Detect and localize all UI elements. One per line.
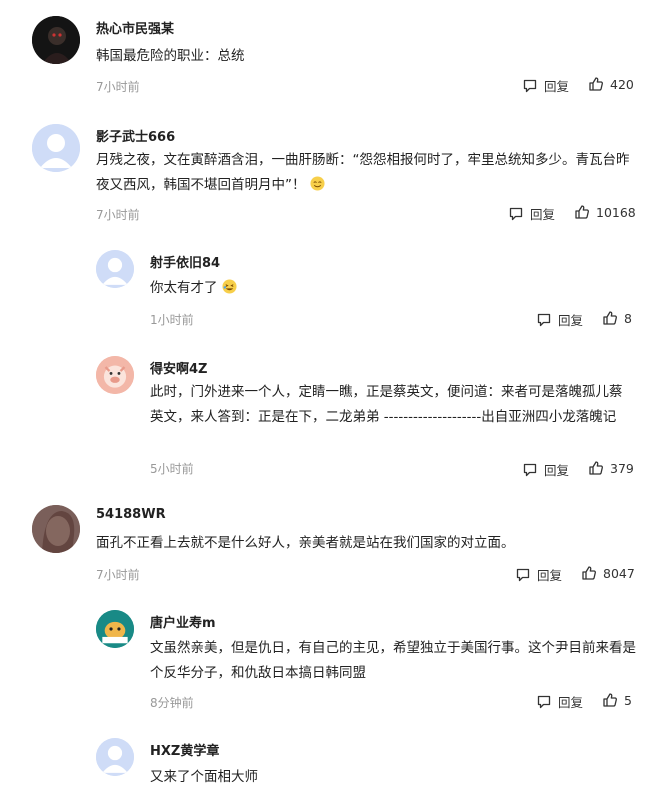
- reply-button[interactable]: 回复: [522, 76, 569, 95]
- comment-text: 韩国最危险的职业：总统: [96, 48, 245, 64]
- comment-text: 月残之夜，文在寅醉酒含泪，一曲肝肠断：“怨怨相报何时了，牢里总统知多少。青瓦台昨…: [96, 152, 630, 193]
- username[interactable]: 影子武士666: [96, 126, 175, 145]
- reply-label: 回复: [530, 207, 556, 222]
- thumbs-up-icon: [582, 566, 596, 580]
- username[interactable]: 唐户业寿m: [150, 612, 216, 631]
- like-button[interactable]: 420: [588, 76, 634, 92]
- like-count: 10168: [596, 204, 636, 220]
- reply-label: 回复: [544, 463, 570, 478]
- reply-button[interactable]: 回复: [522, 460, 569, 479]
- user-avatar[interactable]: [96, 610, 134, 648]
- comment-time: 7小时前: [96, 80, 140, 94]
- reply-label: 回复: [558, 695, 584, 710]
- username[interactable]: 热心市民强某: [96, 18, 174, 37]
- like-button[interactable]: 5: [602, 692, 632, 708]
- user-avatar[interactable]: [32, 16, 80, 64]
- like-button[interactable]: 379: [588, 460, 634, 476]
- user-avatar[interactable]: [96, 250, 134, 288]
- reply-icon: [523, 463, 537, 476]
- reply-button[interactable]: 回复: [536, 692, 583, 711]
- like-button[interactable]: 8047: [581, 565, 635, 581]
- thumbs-up-icon: [589, 461, 603, 475]
- comment-time: 7小时前: [96, 208, 140, 222]
- reply-button[interactable]: 回复: [536, 310, 583, 329]
- user-avatar[interactable]: [32, 124, 80, 172]
- username[interactable]: 得安啊4Z: [150, 358, 207, 377]
- reply-item: HXZ黄学章 又来了个面相大师: [96, 738, 636, 795]
- user-avatar[interactable]: [96, 738, 134, 776]
- reply-icon: [537, 695, 551, 708]
- like-count: 379: [610, 460, 634, 476]
- reply-label: 回复: [558, 313, 584, 328]
- comment-time: 7小时前: [96, 568, 140, 582]
- reply-icon: [509, 207, 523, 220]
- user-avatar[interactable]: [96, 356, 134, 394]
- like-count: 5: [624, 692, 632, 708]
- smile-emoji-icon: [310, 176, 325, 191]
- thumbs-up-icon: [575, 205, 589, 219]
- thumbs-up-icon: [589, 77, 603, 91]
- like-count: 8: [624, 310, 632, 326]
- reply-button[interactable]: 回复: [515, 565, 562, 584]
- comment-time: 8分钟前: [150, 696, 194, 710]
- username[interactable]: 射手依旧84: [150, 252, 220, 271]
- comment-text: 此时，门外进来一个人，定睛一瞧，正是蔡英文，便问道：来者可是落魄孤儿蔡英文，来人…: [150, 384, 623, 425]
- reply-icon: [537, 313, 551, 326]
- thumbs-up-icon: [603, 311, 617, 325]
- thumbs-up-icon: [603, 693, 617, 707]
- comment-time: 1小时前: [150, 313, 194, 327]
- reply-label: 回复: [537, 568, 563, 583]
- comment-text: 你太有才了: [150, 276, 620, 301]
- reply-label: 回复: [544, 79, 570, 94]
- reply-button[interactable]: 回复: [508, 204, 555, 223]
- comment-text: 文虽然亲美，但是仇日，有自己的主见，希望独立于美国行事。这个尹目前来看是个反华分…: [150, 640, 636, 681]
- comment-time: 5小时前: [150, 462, 194, 476]
- reply-icon: [523, 79, 537, 92]
- reply-icon: [516, 568, 530, 581]
- like-count: 8047: [603, 565, 635, 581]
- username[interactable]: HXZ黄学章: [150, 740, 219, 759]
- comment-text: 又来了个面相大师: [150, 769, 258, 785]
- like-count: 420: [610, 76, 634, 92]
- laughing-emoji-icon: [222, 279, 237, 294]
- comment-text: 面孔不正看上去就不是什么好人，亲美者就是站在我们国家的对立面。: [96, 535, 515, 551]
- like-button[interactable]: 10168: [574, 204, 636, 220]
- user-avatar[interactable]: [32, 505, 80, 553]
- like-button[interactable]: 8: [602, 310, 632, 326]
- username[interactable]: 54188WR: [96, 507, 166, 522]
